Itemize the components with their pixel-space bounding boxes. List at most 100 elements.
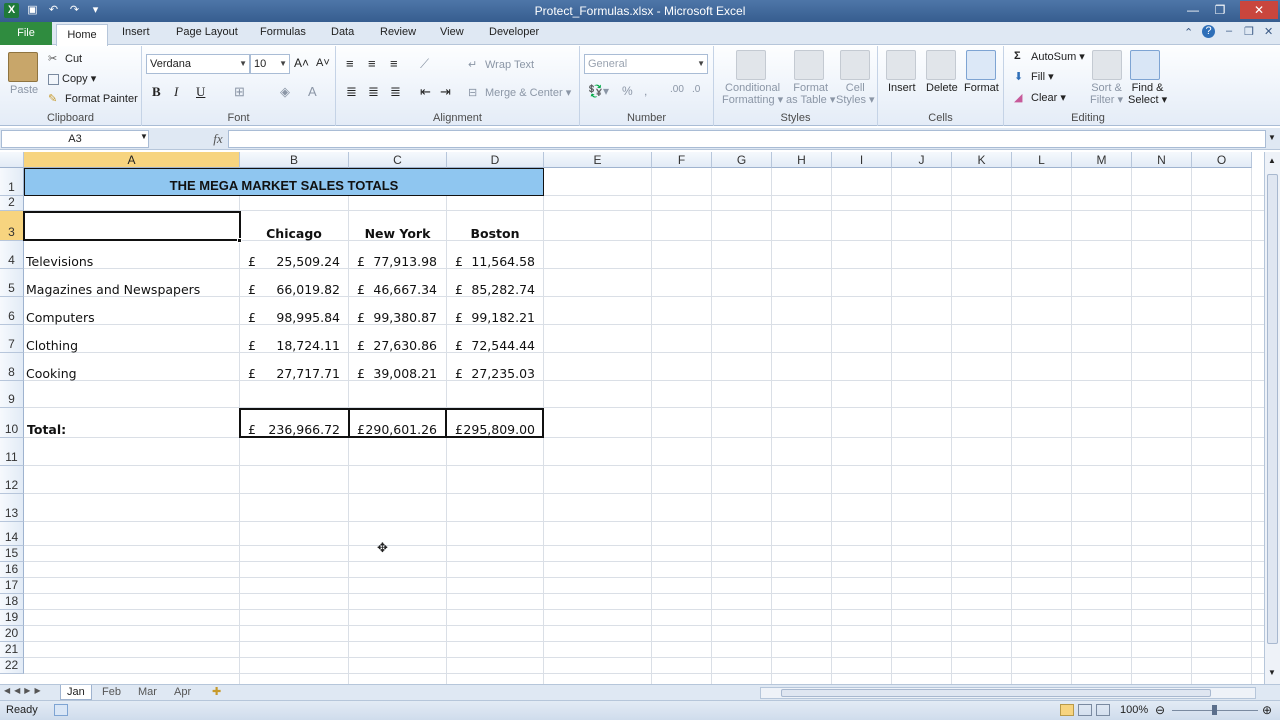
column-header-h[interactable]: H bbox=[772, 152, 832, 168]
grow-font-icon[interactable]: A˄ bbox=[294, 56, 309, 70]
value-new-york[interactable]: 27,630.86 bbox=[345, 338, 437, 353]
value-boston[interactable]: 72,544.44 bbox=[445, 338, 535, 353]
align-bottom-icon[interactable]: ≡ bbox=[390, 56, 398, 71]
copy-button[interactable]: Copy ▾ bbox=[48, 72, 96, 85]
align-right-icon[interactable]: ≣ bbox=[390, 84, 401, 100]
row-header-19[interactable]: 19 bbox=[0, 610, 24, 626]
row-header-8[interactable]: 8 bbox=[0, 353, 24, 381]
zoom-out-icon[interactable]: ⊖ bbox=[1155, 703, 1165, 717]
comma-style-icon[interactable]: , bbox=[644, 84, 647, 98]
tab-file[interactable]: File bbox=[0, 22, 52, 45]
decrease-indent-icon[interactable]: ⇤ bbox=[420, 84, 431, 100]
item-label[interactable]: Magazines and Newspapers bbox=[26, 282, 200, 297]
column-header-d[interactable]: D bbox=[447, 152, 544, 168]
column-header-l[interactable]: L bbox=[1012, 152, 1072, 168]
shrink-font-icon[interactable]: A˅ bbox=[316, 57, 330, 69]
row-header-22[interactable]: 22 bbox=[0, 658, 24, 674]
font-size-select[interactable]: 10 ▼ bbox=[250, 54, 290, 74]
page-break-view-icon[interactable] bbox=[1096, 704, 1110, 716]
align-middle-icon[interactable]: ≡ bbox=[368, 56, 376, 71]
row-header-13[interactable]: 13 bbox=[0, 494, 24, 522]
column-header-m[interactable]: M bbox=[1072, 152, 1132, 168]
font-color-icon[interactable]: A bbox=[308, 84, 317, 99]
row-header-9[interactable]: 9 bbox=[0, 381, 24, 408]
format-painter-button[interactable]: ✎ Format Painter bbox=[48, 92, 138, 106]
minimize-ribbon-icon[interactable]: ⌃ bbox=[1184, 26, 1193, 39]
horizontal-scrollbar[interactable] bbox=[760, 687, 1256, 699]
header-new-york[interactable]: New York bbox=[349, 226, 446, 241]
wrap-text-button[interactable]: ↵ Wrap Text bbox=[468, 58, 534, 72]
sheet-tab-jan[interactable]: Jan bbox=[60, 685, 92, 700]
row-header-11[interactable]: 11 bbox=[0, 438, 24, 466]
number-format-select[interactable]: General ▼ bbox=[584, 54, 708, 74]
value-chicago[interactable]: 98,995.84 bbox=[250, 310, 340, 325]
zoom-in-icon[interactable]: ⊕ bbox=[1262, 703, 1272, 717]
selected-cell-a3[interactable] bbox=[23, 211, 241, 241]
column-header-e[interactable]: E bbox=[544, 152, 652, 168]
total-chicago[interactable]: 236,966.72 bbox=[250, 422, 340, 437]
row-header-6[interactable]: 6 bbox=[0, 297, 24, 325]
underline-button[interactable]: U bbox=[196, 84, 205, 100]
insert-button[interactable]: Insert bbox=[888, 82, 916, 94]
increase-indent-icon[interactable]: ⇥ bbox=[440, 84, 451, 100]
column-header-k[interactable]: K bbox=[952, 152, 1012, 168]
column-header-j[interactable]: J bbox=[892, 152, 952, 168]
row-header-14[interactable]: 14 bbox=[0, 522, 24, 546]
bold-button[interactable]: B bbox=[152, 84, 161, 100]
tab-formulas[interactable]: Formulas bbox=[260, 26, 306, 38]
value-boston[interactable]: 85,282.74 bbox=[445, 282, 535, 297]
sheet-tab-feb[interactable]: Feb bbox=[96, 685, 127, 700]
row-header-2[interactable]: 2 bbox=[0, 195, 24, 211]
macro-record-icon[interactable] bbox=[54, 704, 68, 716]
normal-view-icon[interactable] bbox=[1060, 704, 1074, 716]
borders-icon[interactable]: ⊞ bbox=[234, 84, 245, 100]
value-chicago[interactable]: 25,509.24 bbox=[250, 254, 340, 269]
minimize-button[interactable]: — bbox=[1180, 1, 1206, 19]
help-icon[interactable]: ? bbox=[1202, 25, 1215, 38]
font-name-select[interactable]: Verdana ▼ bbox=[146, 54, 250, 74]
column-header-f[interactable]: F bbox=[652, 152, 712, 168]
increase-decimal-icon[interactable]: .00 bbox=[670, 84, 684, 95]
fill-button[interactable]: ⬇ Fill ▾ bbox=[1014, 70, 1054, 84]
item-label[interactable]: Clothing bbox=[26, 338, 78, 353]
name-box[interactable]: A3 bbox=[1, 130, 149, 148]
value-new-york[interactable]: 46,667.34 bbox=[345, 282, 437, 297]
conditional-formatting-button[interactable]: Conditional Formatting ▾ bbox=[722, 82, 783, 106]
align-left-icon[interactable]: ≣ bbox=[346, 84, 357, 100]
value-boston[interactable]: 99,182.21 bbox=[445, 310, 535, 325]
align-top-icon[interactable]: ≡ bbox=[346, 56, 354, 71]
row-header-5[interactable]: 5 bbox=[0, 269, 24, 297]
column-header-a[interactable]: A bbox=[24, 152, 240, 168]
italic-button[interactable]: I bbox=[174, 84, 178, 100]
row-header-3[interactable]: 3 bbox=[0, 211, 24, 241]
value-chicago[interactable]: 66,019.82 bbox=[250, 282, 340, 297]
value-new-york[interactable]: 39,008.21 bbox=[345, 366, 437, 381]
row-header-12[interactable]: 12 bbox=[0, 466, 24, 494]
total-new-york[interactable]: 290,601.26 bbox=[345, 422, 437, 437]
worksheet-grid[interactable]: ABCDEFGHIJKLMNO 1 2 3 4 5 6 7 8 9 10 11 12 13 14 15 16 1… bbox=[0, 152, 1264, 684]
column-header-n[interactable]: N bbox=[1132, 152, 1192, 168]
value-new-york[interactable]: 99,380.87 bbox=[345, 310, 437, 325]
vertical-scrollbar[interactable]: ▲ ▼ bbox=[1264, 152, 1280, 684]
value-boston[interactable]: 11,564.58 bbox=[445, 254, 535, 269]
column-header-g[interactable]: G bbox=[712, 152, 772, 168]
row-header-7[interactable]: 7 bbox=[0, 325, 24, 353]
sheet-title[interactable]: THE MEGA MARKET SALES TOTALS bbox=[24, 178, 544, 193]
row-header-20[interactable]: 20 bbox=[0, 626, 24, 642]
row-header-1[interactable]: 1 bbox=[0, 168, 24, 196]
tab-data[interactable]: Data bbox=[331, 26, 354, 38]
column-header-i[interactable]: I bbox=[832, 152, 892, 168]
select-all-corner[interactable] bbox=[0, 152, 24, 168]
fill-color-icon[interactable]: ◈ bbox=[280, 84, 290, 100]
tab-developer[interactable]: Developer bbox=[489, 26, 539, 38]
column-header-c[interactable]: C bbox=[349, 152, 447, 168]
row-header-17[interactable]: 17 bbox=[0, 578, 24, 594]
align-center-icon[interactable]: ≣ bbox=[368, 84, 379, 100]
item-label[interactable]: Cooking bbox=[26, 366, 77, 381]
paste-button[interactable]: Paste bbox=[10, 84, 38, 96]
accounting-format-icon[interactable]: 💱▾ bbox=[588, 84, 609, 98]
sheet-nav-arrows-icon[interactable]: ◀◀▶▶ bbox=[4, 686, 45, 695]
cut-button[interactable]: ✂ Cut bbox=[48, 52, 82, 66]
restore-button[interactable]: ❐ bbox=[1207, 1, 1233, 19]
tab-insert[interactable]: Insert bbox=[122, 26, 150, 38]
